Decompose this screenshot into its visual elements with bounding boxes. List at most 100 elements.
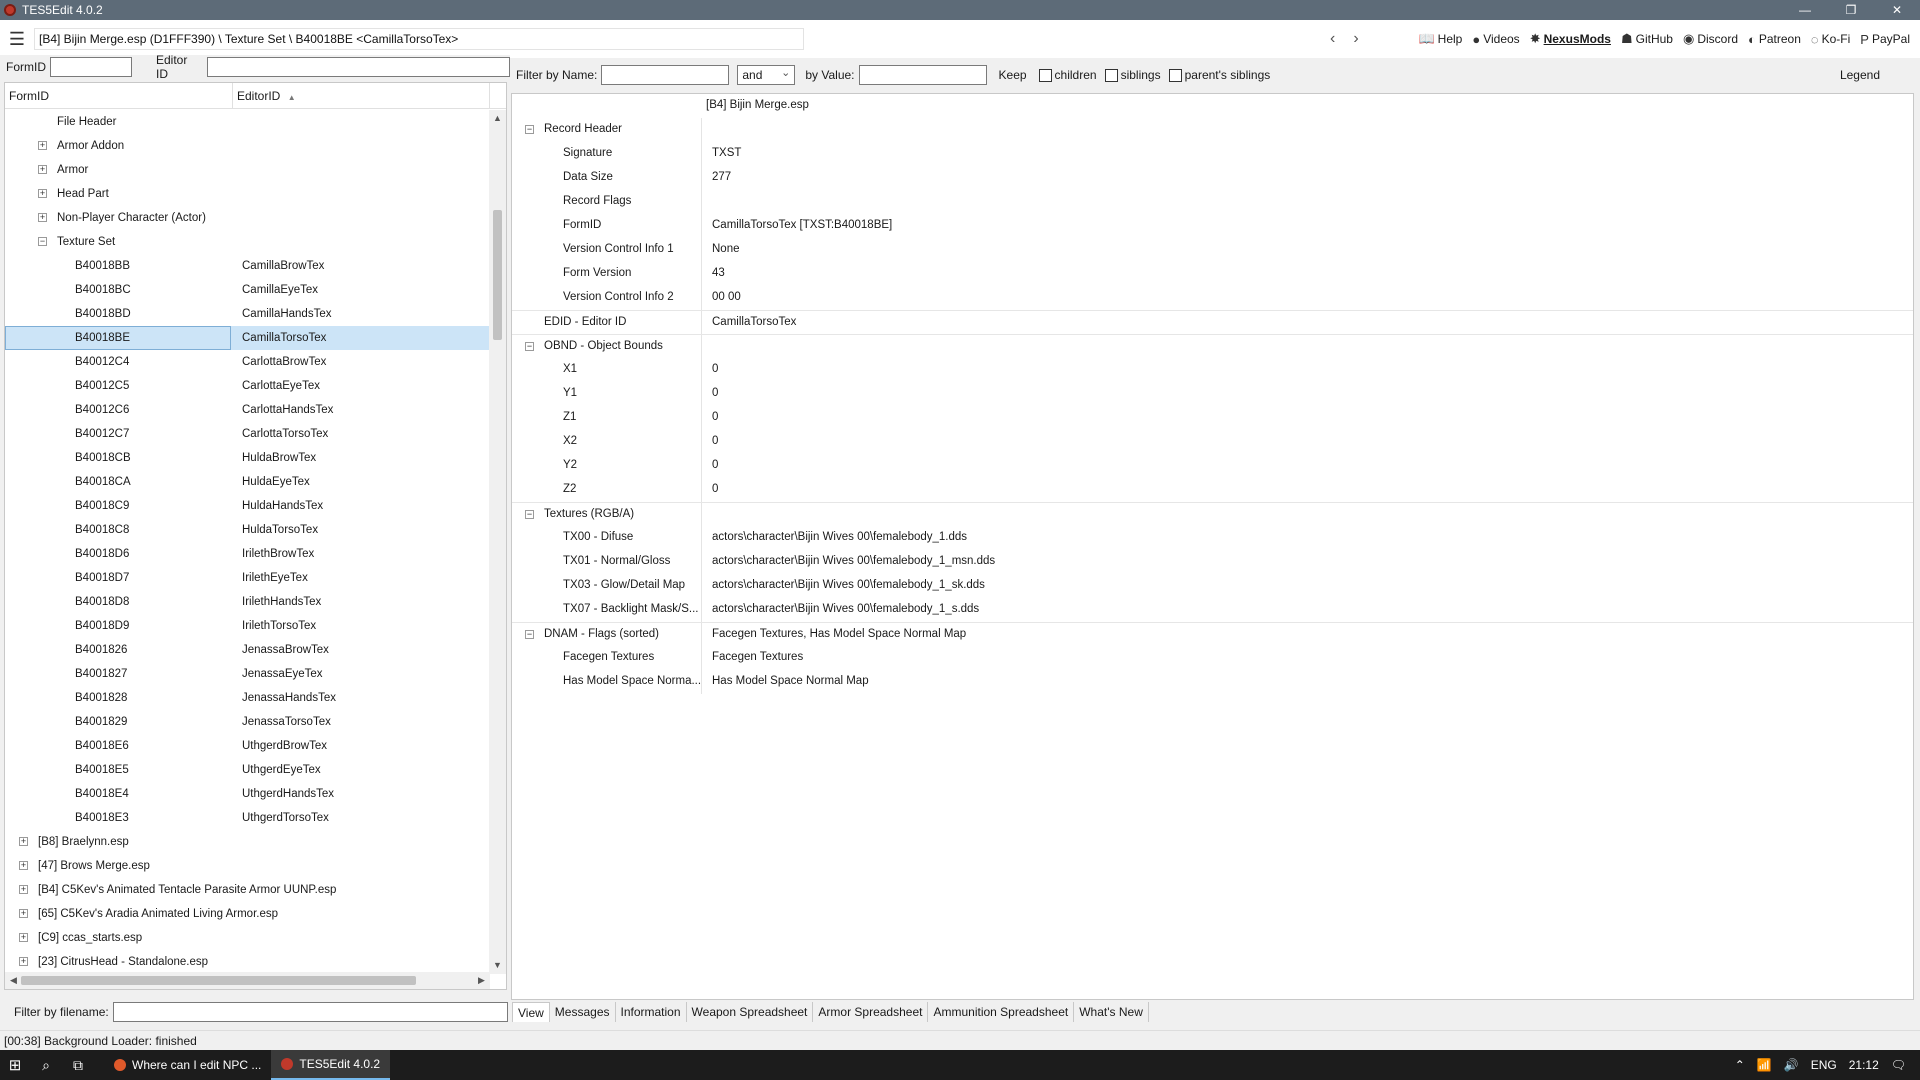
- task-view-icon[interactable]: ⧉: [62, 1050, 94, 1080]
- tree-record-row[interactable]: B40012C5 CarlottaEyeTex: [5, 374, 490, 398]
- tree-vertical-scrollbar[interactable]: ▲ ▼: [489, 110, 506, 974]
- toolbar-link-discord[interactable]: ◉ Discord: [1683, 31, 1738, 47]
- minimize-button[interactable]: —: [1782, 0, 1828, 20]
- filter-operator-select[interactable]: and: [737, 64, 796, 85]
- expand-toggle-icon[interactable]: +: [19, 837, 28, 846]
- collapse-toggle-icon[interactable]: −: [525, 630, 534, 639]
- expand-toggle-icon[interactable]: +: [19, 933, 28, 942]
- tree-file-row[interactable]: + [C9] ccas_starts.esp: [5, 926, 490, 950]
- toolbar-link-paypal[interactable]: P PayPal: [1860, 32, 1910, 47]
- expand-toggle-icon[interactable]: +: [38, 141, 47, 150]
- tree-category-row[interactable]: + Non-Player Character (Actor): [5, 206, 490, 230]
- hscroll-thumb[interactable]: [21, 976, 416, 985]
- toolbar-link-github[interactable]: ☗ GitHub: [1621, 31, 1673, 47]
- record-field-row[interactable]: TX00 - Difuse actors\character\Bijin Wive…: [512, 526, 1913, 550]
- tree-record-row[interactable]: B40018E5 UthgerdEyeTex: [5, 758, 490, 782]
- tree-record-row[interactable]: B40018CA HuldaEyeTex: [5, 470, 490, 494]
- record-field-row[interactable]: − OBND - Object Bounds: [512, 334, 1913, 359]
- taskbar-app-button[interactable]: Where can I edit NPC ...: [104, 1050, 271, 1080]
- filter-value-input[interactable]: [858, 65, 987, 85]
- tree-record-row[interactable]: B40018D9 IrilethTorsoTex: [5, 614, 490, 638]
- tree-record-row[interactable]: B40018BC CamillaEyeTex: [5, 278, 490, 302]
- expand-toggle-icon[interactable]: +: [19, 957, 28, 966]
- tree-horizontal-scrollbar[interactable]: ◀ ▶: [5, 972, 490, 989]
- hamburger-menu-icon[interactable]: ☰: [0, 20, 34, 58]
- record-field-row[interactable]: Record Flags: [512, 190, 1913, 214]
- forward-arrow-icon[interactable]: ›: [1353, 30, 1358, 48]
- tab-weapon-spreadsheet[interactable]: Weapon Spreadsheet: [686, 1002, 814, 1022]
- record-field-row[interactable]: Data Size 277: [512, 166, 1913, 190]
- tree-category-row[interactable]: − Texture Set: [5, 230, 490, 254]
- taskbar-app-button[interactable]: TES5Edit 4.0.2: [271, 1050, 391, 1080]
- record-path-field[interactable]: [B4] Bijin Merge.esp (D1FFF390) \ Textur…: [34, 28, 804, 50]
- record-field-row[interactable]: TX03 - Glow/Detail Map actors\character\B…: [512, 574, 1913, 598]
- tree-record-row[interactable]: B40012C6 CarlottaHandsTex: [5, 398, 490, 422]
- children-checkbox[interactable]: [1038, 68, 1052, 82]
- record-field-row[interactable]: Z1 0: [512, 406, 1913, 430]
- tree-file-row[interactable]: + [B4] C5Kev's Animated Tentacle Parasite…: [5, 878, 490, 902]
- notification-icon[interactable]: 🗨: [1891, 1058, 1906, 1072]
- scroll-thumb[interactable]: [493, 210, 502, 340]
- tree-category-row[interactable]: + Armor: [5, 158, 490, 182]
- scroll-right-icon[interactable]: ▶: [473, 972, 490, 989]
- search-icon[interactable]: ⌕: [30, 1050, 62, 1080]
- volume-icon[interactable]: 🔊: [1784, 1058, 1799, 1072]
- record-field-row[interactable]: − Record Header: [512, 118, 1913, 142]
- tab-armor-spreadsheet[interactable]: Armor Spreadsheet: [813, 1002, 929, 1022]
- collapse-toggle-icon[interactable]: −: [525, 342, 534, 351]
- record-field-row[interactable]: − Textures (RGB/A): [512, 502, 1913, 527]
- record-field-row[interactable]: TX07 - Backlight Mask/S... actors\charact…: [512, 598, 1913, 622]
- expand-toggle-icon[interactable]: +: [19, 909, 28, 918]
- start-windows-icon[interactable]: ⊞: [0, 1050, 30, 1080]
- tree-record-row[interactable]: B40012C7 CarlottaTorsoTex: [5, 422, 490, 446]
- tree-record-row[interactable]: B4001827 JenassaEyeTex: [5, 662, 490, 686]
- tree-record-row[interactable]: B4001829 JenassaTorsoTex: [5, 710, 490, 734]
- record-field-row[interactable]: Has Model Space Norma... Has Model Space …: [512, 670, 1913, 694]
- network-icon[interactable]: 📶: [1757, 1058, 1772, 1072]
- scroll-down-icon[interactable]: ▼: [489, 957, 506, 974]
- tree-record-row[interactable]: B40018E4 UthgerdHandsTex: [5, 782, 490, 806]
- toolbar-link-help[interactable]: 📖 Help: [1418, 31, 1462, 47]
- expand-toggle-icon[interactable]: +: [38, 213, 47, 222]
- tree-category-row[interactable]: File Header: [5, 110, 490, 134]
- tab-ammunition-spreadsheet[interactable]: Ammunition Spreadsheet: [928, 1002, 1075, 1022]
- tab-messages[interactable]: Messages: [549, 1002, 616, 1022]
- siblings-checkbox[interactable]: [1104, 68, 1118, 82]
- record-field-row[interactable]: EDID - Editor ID CamillaTorsoTex: [512, 310, 1913, 335]
- toolbar-link-patreon[interactable]: ◐ Patreon: [1748, 32, 1801, 47]
- tree-record-row[interactable]: B4001826 JenassaBrowTex: [5, 638, 490, 662]
- record-field-row[interactable]: Signature TXST: [512, 142, 1913, 166]
- tree-record-row[interactable]: B40018BD CamillaHandsTex: [5, 302, 490, 326]
- collapse-toggle-icon[interactable]: −: [525, 510, 534, 519]
- tree-category-row[interactable]: + Head Part: [5, 182, 490, 206]
- editorid-input[interactable]: [206, 57, 510, 77]
- expand-toggle-icon[interactable]: −: [38, 237, 47, 246]
- record-field-row[interactable]: − DNAM - Flags (sorted) Facegen Textures, …: [512, 622, 1913, 647]
- close-button[interactable]: ✕: [1874, 0, 1920, 20]
- record-field-row[interactable]: X2 0: [512, 430, 1913, 454]
- legend-button[interactable]: Legend: [1840, 68, 1880, 82]
- column-formid[interactable]: FormID: [5, 83, 233, 109]
- tree-record-row[interactable]: B40018BE CamillaTorsoTex: [5, 326, 490, 350]
- tree-record-row[interactable]: B40018BB CamillaBrowTex: [5, 254, 490, 278]
- toolbar-link-nexusmods[interactable]: ✸ NexusMods: [1530, 31, 1611, 47]
- record-field-row[interactable]: Version Control Info 2 00 00: [512, 286, 1913, 310]
- scroll-up-icon[interactable]: ▲: [489, 110, 506, 127]
- tree-record-row[interactable]: B40018D6 IrilethBrowTex: [5, 542, 490, 566]
- tree-record-row[interactable]: B40018C9 HuldaHandsTex: [5, 494, 490, 518]
- expand-toggle-icon[interactable]: +: [38, 165, 47, 174]
- filter-name-input[interactable]: [601, 65, 730, 85]
- tab-what-s-new[interactable]: What's New: [1074, 1002, 1149, 1022]
- tree-record-row[interactable]: B40018D8 IrilethHandsTex: [5, 590, 490, 614]
- record-field-row[interactable]: Y1 0: [512, 382, 1913, 406]
- parents-siblings-checkbox[interactable]: [1168, 68, 1182, 82]
- tree-file-row[interactable]: + [65] C5Kev's Aradia Animated Living Arm…: [5, 902, 490, 926]
- tree-record-row[interactable]: B40018D7 IrilethEyeTex: [5, 566, 490, 590]
- formid-input[interactable]: [50, 57, 132, 77]
- column-editorid[interactable]: EditorID ▲: [233, 83, 490, 109]
- tree-file-row[interactable]: + [47] Brows Merge.esp: [5, 854, 490, 878]
- tree-record-row[interactable]: B40012C4 CarlottaBrowTex: [5, 350, 490, 374]
- tab-view[interactable]: View: [512, 1002, 550, 1022]
- back-arrow-icon[interactable]: ‹: [1330, 30, 1335, 48]
- tree-file-row[interactable]: + [23] CitrusHead - Standalone.esp: [5, 950, 490, 974]
